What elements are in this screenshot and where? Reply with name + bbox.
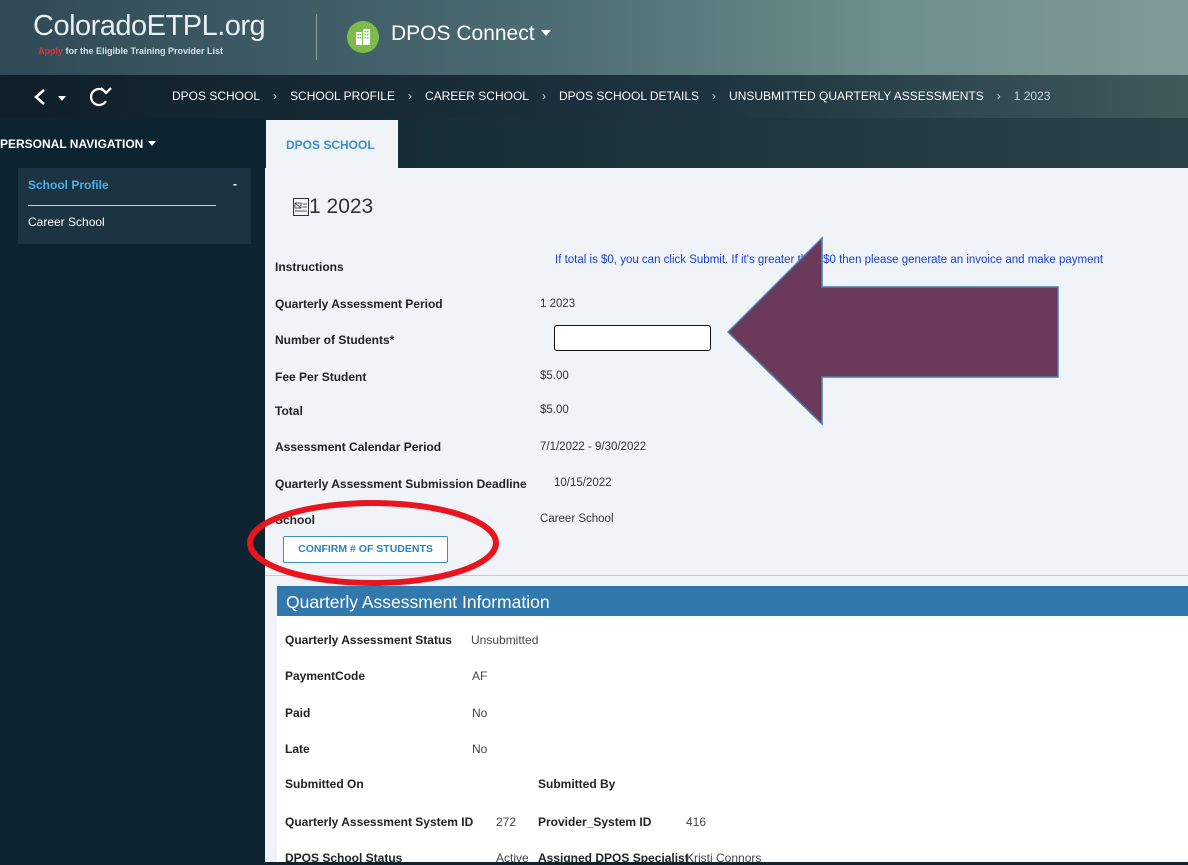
qa-info-title: Quarterly Assessment Information (286, 592, 550, 612)
page-title: 1 2023 (309, 195, 374, 218)
breadcrumb-item[interactable]: SCHOOL PROFILE (290, 89, 395, 103)
calendar-period-value: 7/1/2022 - 9/30/2022 (540, 441, 647, 453)
submitted-on-label: Submitted On (285, 777, 364, 791)
app-switcher-caret-icon[interactable] (541, 30, 551, 36)
breadcrumb-separator-icon: › (407, 89, 412, 103)
breadcrumb-item[interactable]: DPOS SCHOOL (172, 89, 260, 103)
site-logo-tagline: Apply for the Eligible Training Provider… (38, 46, 223, 56)
fee-label: Fee Per Student (275, 370, 367, 384)
tab-dpos-school[interactable]: DPOS SCHOOL (266, 120, 398, 168)
payment-code-value: AF (472, 669, 488, 683)
payment-code-label: PaymentCode (285, 669, 366, 683)
form-icon (293, 198, 309, 216)
school-status-label: DPOS School Status (285, 851, 403, 865)
number-of-students-input[interactable] (554, 325, 711, 351)
provider-id-label: Provider_System ID (538, 815, 652, 829)
paid-value: No (472, 706, 488, 720)
qa-info-header: Quarterly Assessment Information (277, 586, 1188, 616)
provider-id-value: 416 (686, 815, 707, 829)
confirm-students-button[interactable]: CONFIRM # OF STUDENTS (283, 536, 448, 563)
sidebar-divider (28, 205, 216, 206)
breadcrumb-separator-icon: › (996, 89, 1001, 103)
section-divider (265, 575, 1188, 576)
app-switcher-title[interactable]: DPOS Connect (391, 22, 535, 46)
total-label: Total (275, 404, 303, 418)
specialist-label: Assigned DPOS Specialist (538, 851, 689, 865)
tab-strip (265, 118, 1188, 168)
refresh-icon[interactable] (86, 84, 112, 110)
qa-status-value: Unsubmitted (471, 633, 539, 647)
system-id-value: 272 (496, 815, 517, 829)
sidebar-section-school-profile[interactable]: School Profile (28, 178, 109, 192)
building-icon (356, 29, 370, 45)
history-dropdown-caret-icon[interactable] (58, 96, 66, 101)
breadcrumb-separator-icon: › (712, 89, 717, 103)
late-value: No (472, 742, 488, 756)
site-logo[interactable]: ColoradoETPL.org (33, 10, 266, 43)
period-label: Quarterly Assessment Period (275, 297, 443, 311)
deadline-label: Quarterly Assessment Submission Deadline (275, 477, 527, 491)
breadcrumb-current: 1 2023 (1013, 89, 1051, 103)
qa-status-label: Quarterly Assessment Status (285, 633, 452, 647)
breadcrumb: DPOS SCHOOL › SCHOOL PROFILE › CAREER SCHOOL… (172, 89, 1050, 103)
sidebar-item-career-school[interactable]: Career School (28, 215, 105, 229)
school-status-value: Active (496, 851, 529, 865)
app-switcher-icon[interactable] (347, 21, 379, 53)
breadcrumb-separator-icon: › (273, 89, 278, 103)
tagline-rest: for the Eligible Training Provider List (63, 46, 224, 56)
collapse-icon[interactable]: - (233, 177, 237, 191)
students-label: Number of Students* (275, 333, 395, 347)
instructions-label: Instructions (275, 260, 344, 274)
fee-value: $5.00 (540, 370, 569, 382)
personal-navigation-toggle[interactable]: PERSONAL NAVIGATION (0, 137, 157, 151)
back-icon[interactable] (30, 84, 52, 110)
submitted-by-label: Submitted By (538, 777, 616, 791)
personal-navigation-label: PERSONAL NAVIGATION (0, 137, 144, 151)
specialist-value: Kristi Connors (686, 851, 762, 865)
breadcrumb-item[interactable]: UNSUBMITTED QUARTERLY ASSESSMENTS (729, 89, 984, 103)
deadline-value: 10/15/2022 (554, 477, 612, 489)
header-divider (316, 14, 317, 60)
total-value: $5.00 (540, 404, 569, 416)
tab-label: DPOS SCHOOL (286, 138, 375, 152)
late-label: Late (285, 742, 310, 756)
instructions-text: If total is $0, you can click Submit. If… (555, 254, 1104, 266)
breadcrumb-item[interactable]: CAREER SCHOOL (425, 89, 529, 103)
school-label: School (275, 513, 316, 527)
breadcrumb-separator-icon: › (541, 89, 546, 103)
calendar-period-label: Assessment Calendar Period (275, 440, 442, 454)
system-id-label: Quarterly Assessment System ID (285, 815, 474, 829)
tagline-apply: Apply (38, 46, 64, 56)
school-value: Career School (540, 513, 614, 525)
chevron-down-icon (148, 141, 157, 146)
period-value: 1 2023 (540, 298, 576, 310)
breadcrumb-item[interactable]: DPOS SCHOOL DETAILS (559, 89, 699, 103)
paid-label: Paid (285, 706, 311, 720)
